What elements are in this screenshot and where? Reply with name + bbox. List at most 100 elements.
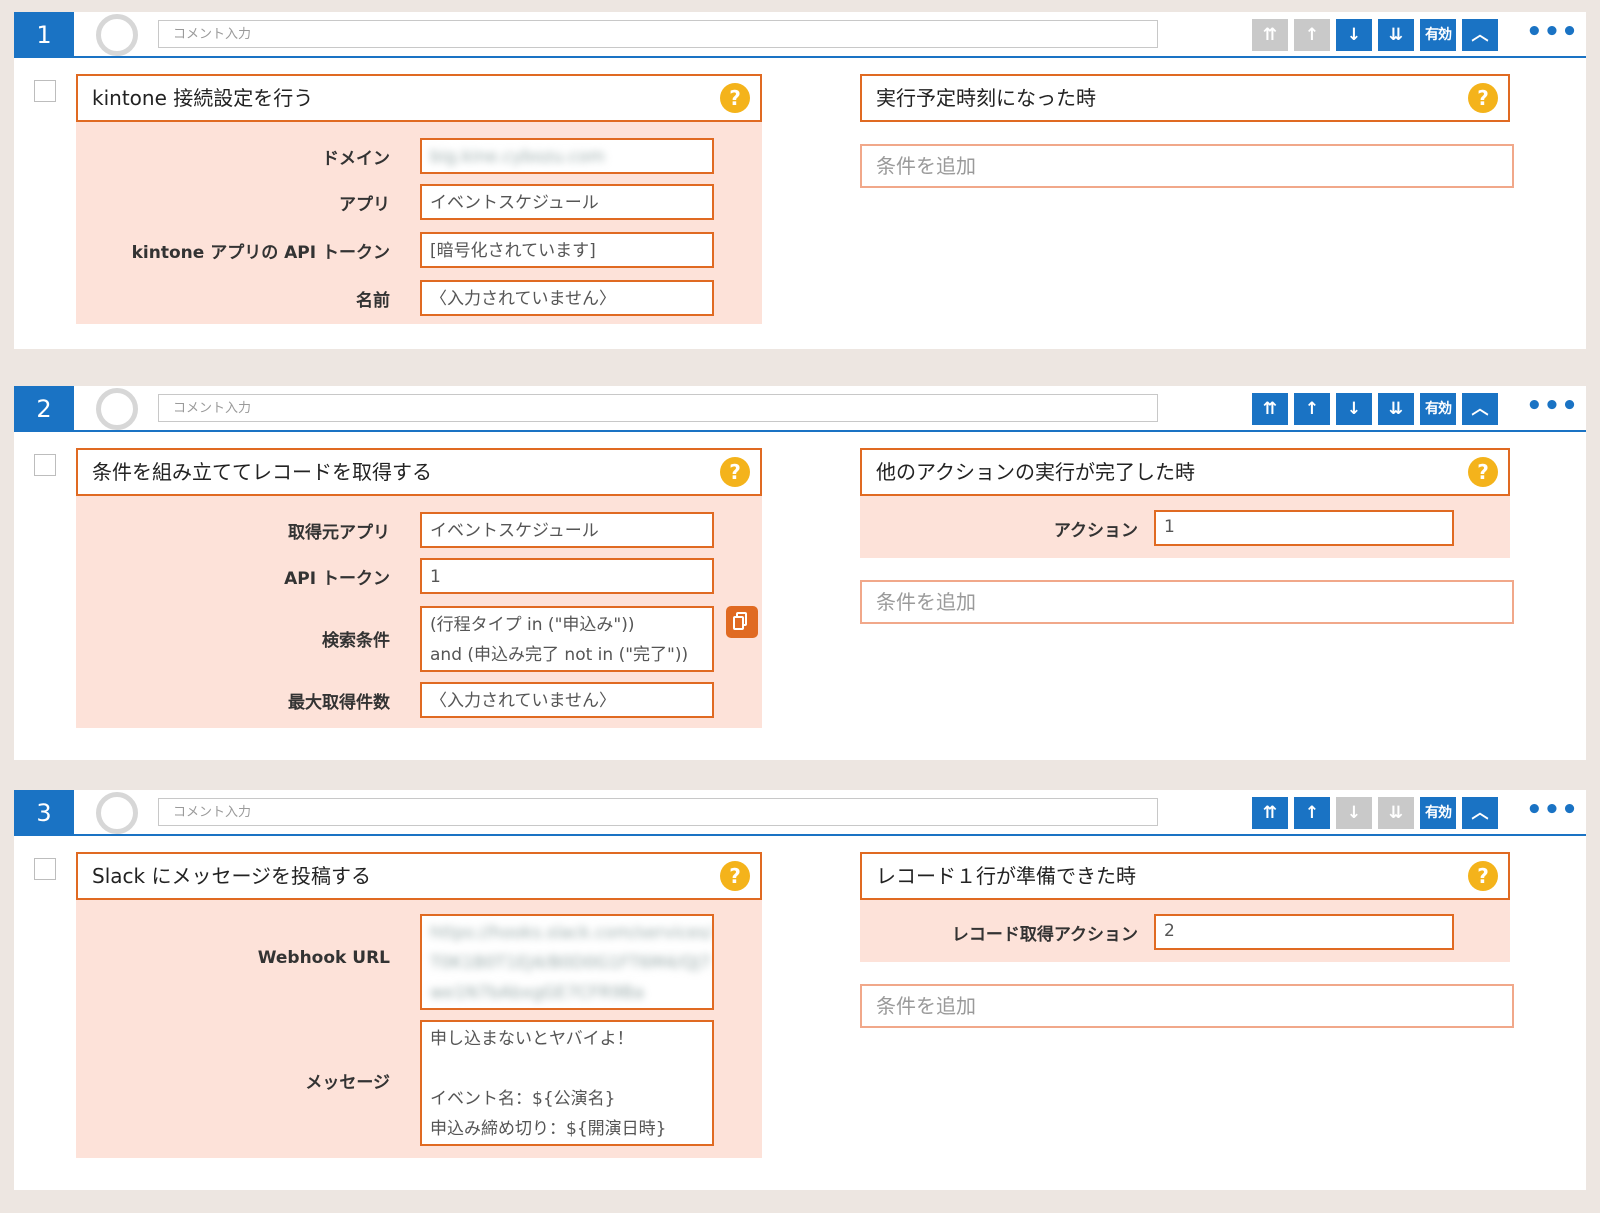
trigger-title-label: 他のアクションの実行が完了した時 — [876, 460, 1195, 484]
job-checkbox[interactable] — [34, 454, 56, 476]
job-header: 3 ⇈ ↑ ↓ ⇊ 有効 ︿ ••• — [14, 790, 1586, 836]
trigger-property-label: レコード取得アクション — [951, 925, 1138, 945]
action-title[interactable]: 条件を組み立ててレコードを取得する ? — [76, 448, 762, 496]
chevron-up-icon: ︿ — [1471, 803, 1489, 823]
job-1: 1 ⇈ ↑ ↓ ⇊ 有効 ︿ ••• kintone 接続設定を行う ? ドメイ… — [14, 12, 1586, 349]
question-icon[interactable]: ? — [720, 83, 750, 113]
double-down-arrow-icon: ⇊ — [1388, 399, 1404, 419]
move-top-button[interactable]: ⇈ — [1252, 797, 1288, 829]
move-up-button[interactable]: ↑ — [1294, 19, 1330, 51]
trigger-title-label: 実行予定時刻になった時 — [876, 86, 1096, 110]
double-up-arrow-icon: ⇈ — [1262, 25, 1278, 45]
property-value[interactable]: (行程タイプ in ("申込み")) and (申込み完了 not in ("完… — [420, 606, 714, 672]
comment-input[interactable] — [158, 798, 1158, 826]
status-spinner-icon — [96, 14, 138, 56]
action-title-label: Slack にメッセージを投稿する — [92, 864, 372, 888]
question-icon[interactable]: ? — [720, 861, 750, 891]
property-value[interactable]: 〈入力されていません〉 — [420, 280, 714, 316]
property-label: アプリ — [339, 195, 390, 215]
status-spinner-icon — [96, 792, 138, 834]
property-value[interactable]: イベントスケジュール — [420, 512, 714, 548]
job-header: 2 ⇈ ↑ ↓ ⇊ 有効 ︿ ••• — [14, 386, 1586, 432]
up-arrow-icon: ↑ — [1304, 803, 1320, 823]
up-arrow-icon: ↑ — [1304, 25, 1320, 45]
trigger-title[interactable]: 他のアクションの実行が完了した時 ? — [860, 448, 1510, 496]
more-dots-icon[interactable]: ••• — [1526, 797, 1578, 829]
move-up-button[interactable]: ↑ — [1294, 393, 1330, 425]
job-2: 2 ⇈ ↑ ↓ ⇊ 有効 ︿ ••• 条件を組み立ててレコードを取得する ? 取… — [14, 386, 1586, 760]
collapse-button[interactable]: ︿ — [1462, 393, 1498, 425]
move-bottom-button[interactable]: ⇊ — [1378, 393, 1414, 425]
status-spinner-icon — [96, 388, 138, 430]
domain-value: big.kine.cybozu.com — [430, 147, 605, 167]
property-label: 名前 — [356, 291, 390, 311]
double-up-arrow-icon: ⇈ — [1262, 803, 1278, 823]
double-down-arrow-icon: ⇊ — [1388, 25, 1404, 45]
action-title[interactable]: kintone 接続設定を行う ? — [76, 74, 762, 122]
double-up-arrow-icon: ⇈ — [1262, 399, 1278, 419]
move-down-button[interactable]: ↓ — [1336, 393, 1372, 425]
move-bottom-button[interactable]: ⇊ — [1378, 797, 1414, 829]
trigger-properties: アクション 1 — [860, 496, 1510, 558]
comment-input[interactable] — [158, 394, 1158, 422]
property-label: メッセージ — [305, 1073, 390, 1093]
double-down-arrow-icon: ⇊ — [1388, 803, 1404, 823]
property-value[interactable]: 申し込まないとヤバイよ！ イベント名：${公演名} 申込み締め切り：${開演日時… — [420, 1020, 714, 1146]
enable-toggle[interactable]: 有効 — [1420, 393, 1456, 425]
add-condition-button[interactable]: 条件を追加 — [860, 984, 1514, 1028]
question-icon[interactable]: ? — [1468, 457, 1498, 487]
move-down-button[interactable]: ↓ — [1336, 19, 1372, 51]
collapse-button[interactable]: ︿ — [1462, 797, 1498, 829]
trigger-property-value[interactable]: 1 — [1154, 510, 1454, 546]
trigger-property-value[interactable]: 2 — [1154, 914, 1454, 950]
property-value[interactable]: [暗号化されています] — [420, 232, 714, 268]
chevron-up-icon: ︿ — [1471, 25, 1489, 45]
property-label: ドメイン — [322, 149, 390, 169]
job-number: 3 — [14, 790, 74, 836]
property-value[interactable]: イベントスケジュール — [420, 184, 714, 220]
job-checkbox[interactable] — [34, 858, 56, 880]
action-title-label: kintone 接続設定を行う — [92, 86, 314, 110]
job-3: 3 ⇈ ↑ ↓ ⇊ 有効 ︿ ••• Slack にメッセージを投稿する ? W… — [14, 790, 1586, 1190]
job-checkbox[interactable] — [34, 80, 56, 102]
move-bottom-button[interactable]: ⇊ — [1378, 19, 1414, 51]
move-down-button[interactable]: ↓ — [1336, 797, 1372, 829]
move-top-button[interactable]: ⇈ — [1252, 19, 1288, 51]
copy-icon[interactable] — [726, 606, 758, 638]
move-top-button[interactable]: ⇈ — [1252, 393, 1288, 425]
add-condition-button[interactable]: 条件を追加 — [860, 144, 1514, 188]
down-arrow-icon: ↓ — [1346, 803, 1362, 823]
action-properties: Webhook URL https://hooks.slack.com/serv… — [76, 900, 762, 1158]
more-dots-icon[interactable]: ••• — [1526, 19, 1578, 51]
add-condition-button[interactable]: 条件を追加 — [860, 580, 1514, 624]
job-number: 1 — [14, 12, 74, 58]
question-icon[interactable]: ? — [1468, 83, 1498, 113]
action-title[interactable]: Slack にメッセージを投稿する ? — [76, 852, 762, 900]
property-value[interactable]: 1 — [420, 558, 714, 594]
collapse-button[interactable]: ︿ — [1462, 19, 1498, 51]
question-icon[interactable]: ? — [720, 457, 750, 487]
webhook-url-value: https://hooks.slack.com/services/ T0K1B0… — [430, 923, 713, 1003]
action-title-label: 条件を組み立ててレコードを取得する — [92, 460, 432, 484]
enable-toggle[interactable]: 有効 — [1420, 797, 1456, 829]
question-icon[interactable]: ? — [1468, 861, 1498, 891]
property-label: API トークン — [284, 569, 390, 589]
property-value[interactable]: 〈入力されていません〉 — [420, 682, 714, 718]
property-value[interactable]: https://hooks.slack.com/services/ T0K1B0… — [420, 914, 714, 1010]
job-number: 2 — [14, 386, 74, 432]
trigger-title[interactable]: 実行予定時刻になった時 ? — [860, 74, 1510, 122]
property-label: Webhook URL — [257, 948, 390, 968]
comment-input[interactable] — [158, 20, 1158, 48]
property-label: 取得元アプリ — [288, 523, 390, 543]
trigger-properties: レコード取得アクション 2 — [860, 900, 1510, 962]
property-label: 最大取得件数 — [288, 693, 390, 713]
property-value[interactable]: big.kine.cybozu.com — [420, 138, 714, 174]
trigger-title-label: レコード１行が準備できた時 — [876, 864, 1136, 888]
more-dots-icon[interactable]: ••• — [1526, 393, 1578, 425]
move-up-button[interactable]: ↑ — [1294, 797, 1330, 829]
property-label: 検索条件 — [322, 631, 390, 651]
chevron-up-icon: ︿ — [1471, 399, 1489, 419]
trigger-property-label: アクション — [1053, 521, 1138, 541]
trigger-title[interactable]: レコード１行が準備できた時 ? — [860, 852, 1510, 900]
enable-toggle[interactable]: 有効 — [1420, 19, 1456, 51]
